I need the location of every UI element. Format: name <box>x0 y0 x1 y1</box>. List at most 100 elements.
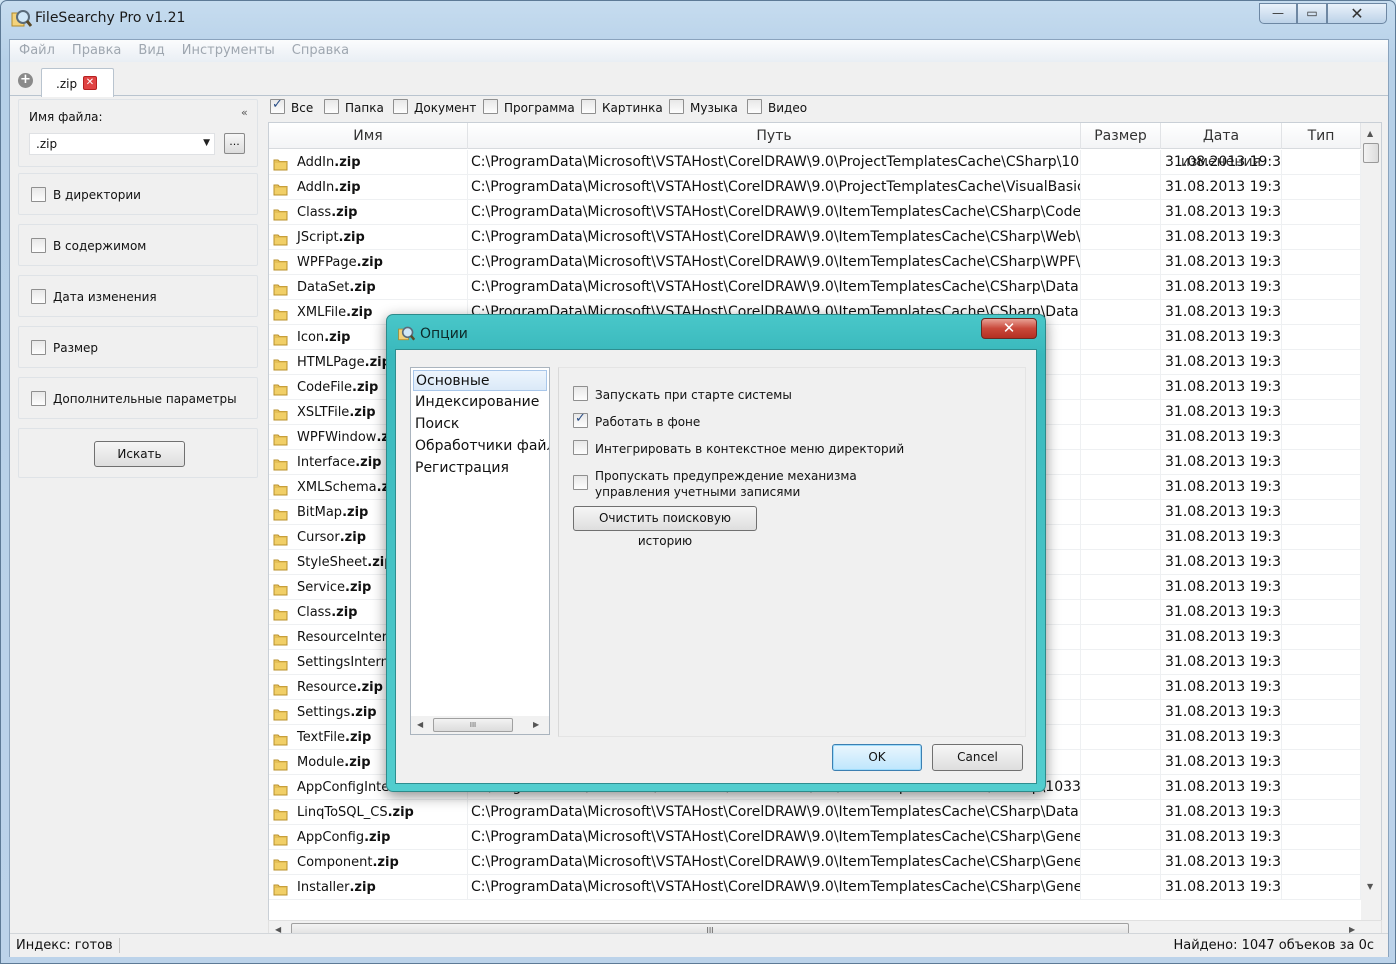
column-size[interactable]: Размер <box>1081 123 1161 149</box>
cell-type <box>1282 650 1361 675</box>
file-base-name: Icon <box>297 330 325 345</box>
nav-item-indexing[interactable]: Индексирование <box>415 392 549 413</box>
file-base-name: DataSet <box>297 280 350 295</box>
tab-zip[interactable]: .zip ✕ <box>41 68 114 97</box>
add-tab-icon[interactable]: + <box>18 73 33 88</box>
context-menu-checkbox[interactable] <box>573 440 588 455</box>
folder-icon <box>273 830 288 846</box>
file-extension: .zip <box>352 380 379 395</box>
nav-item-registration[interactable]: Регистрация <box>415 458 549 479</box>
filter-all-checkbox[interactable] <box>270 97 285 114</box>
cell-size <box>1081 375 1161 400</box>
option-in-content[interactable]: В содержимом <box>18 224 258 266</box>
background-checkbox[interactable] <box>573 411 588 428</box>
menu-edit[interactable]: Правка <box>63 40 129 58</box>
in-content-checkbox[interactable] <box>31 238 46 253</box>
cell-type <box>1282 425 1361 450</box>
column-path[interactable]: Путь <box>468 123 1081 149</box>
uac-checkbox[interactable] <box>573 475 588 490</box>
table-row[interactable]: WPFPage.zip C:\ProgramData\Microsoft\VSTA… <box>269 250 1361 275</box>
nav-item-general[interactable]: Основные <box>413 370 547 391</box>
filter-program-checkbox[interactable] <box>483 99 498 114</box>
in-content-label: В содержимом <box>53 239 147 253</box>
menu-help[interactable]: Справка <box>283 40 357 58</box>
column-type[interactable]: Тип <box>1282 123 1361 149</box>
cell-path: C:\ProgramData\Microsoft\VSTAHost\CorelD… <box>468 825 1081 850</box>
nav-scroll-right-icon[interactable]: ▶ <box>533 720 539 729</box>
size-checkbox[interactable] <box>31 340 46 355</box>
option-advanced[interactable]: Дополнительные параметры <box>18 377 258 419</box>
nav-horizontal-scrollbar[interactable]: ◀ III ▶ <box>411 716 549 734</box>
column-date[interactable]: Дата изменения <box>1161 123 1282 170</box>
folder-icon <box>273 430 288 446</box>
column-name[interactable]: Имя <box>269 123 468 149</box>
folder-icon <box>273 730 288 746</box>
folder-icon <box>273 280 288 296</box>
browse-button[interactable]: ... <box>224 133 245 154</box>
cell-path: C:\ProgramData\Microsoft\VSTAHost\CorelD… <box>468 275 1081 300</box>
advanced-checkbox[interactable] <box>31 391 46 406</box>
context-menu-label: Интегрировать в контекстное меню директо… <box>595 442 905 456</box>
in-directory-checkbox[interactable] <box>31 187 46 202</box>
filter-folder-checkbox[interactable] <box>324 99 339 114</box>
clear-history-button[interactable]: Очистить поисковую историю <box>573 506 757 548</box>
file-base-name: Module <box>297 755 345 770</box>
filter-picture-label: Картинка <box>602 101 663 115</box>
menu-file[interactable]: Файл <box>10 40 63 58</box>
options-nav-list: Основные Индексирование Поиск Обработчик… <box>410 367 550 735</box>
nav-scroll-left-icon[interactable]: ◀ <box>417 720 423 729</box>
collapse-panel-icon[interactable]: « <box>241 106 248 119</box>
table-row[interactable]: DataSet.zip C:\ProgramData\Microsoft\VSTA… <box>269 275 1361 300</box>
autostart-checkbox[interactable] <box>573 386 588 401</box>
cell-type <box>1282 600 1361 625</box>
nav-item-file-handlers[interactable]: Обработчики файлов <box>415 436 549 457</box>
file-extension: .zip <box>372 855 399 870</box>
date-modified-checkbox[interactable] <box>31 289 46 304</box>
cell-type <box>1282 175 1361 200</box>
cell-size <box>1081 250 1161 275</box>
minimize-button[interactable]: — <box>1259 3 1297 24</box>
search-button[interactable]: Искать <box>94 441 185 467</box>
option-size[interactable]: Размер <box>18 326 258 368</box>
table-row[interactable]: AppConfig.zip C:\ProgramData\Microsoft\VS… <box>269 825 1361 850</box>
scroll-down-icon[interactable]: ▼ <box>1367 882 1373 891</box>
nav-scroll-thumb[interactable]: III <box>433 718 513 732</box>
cell-name: AddIn.zip <box>269 150 468 175</box>
dropdown-arrow-icon[interactable]: ▼ <box>203 138 210 148</box>
filter-picture-checkbox[interactable] <box>581 99 596 114</box>
table-row[interactable]: AddIn.zip C:\ProgramData\Microsoft\VSTAHo… <box>269 150 1361 175</box>
maximize-button[interactable]: ▭ <box>1297 3 1327 24</box>
table-row[interactable]: Component.zip C:\ProgramData\Microsoft\VS… <box>269 850 1361 875</box>
file-base-name: WPFWindow <box>297 430 377 445</box>
nav-item-search[interactable]: Поиск <box>415 414 549 435</box>
cancel-button[interactable]: Cancel <box>932 744 1023 771</box>
table-row[interactable]: JScript.zip C:\ProgramData\Microsoft\VSTA… <box>269 225 1361 250</box>
close-window-button[interactable]: ✕ <box>1327 3 1387 24</box>
option-date-modified[interactable]: Дата изменения <box>18 275 258 317</box>
table-row[interactable]: Class.zip C:\ProgramData\Microsoft\VSTAHo… <box>269 200 1361 225</box>
filter-music-checkbox[interactable] <box>669 99 684 114</box>
folder-icon <box>273 330 288 346</box>
option-in-directory[interactable]: В директории <box>18 173 258 215</box>
cell-type <box>1282 875 1361 900</box>
table-row[interactable]: Installer.zip C:\ProgramData\Microsoft\VS… <box>269 875 1361 900</box>
menu-view[interactable]: Вид <box>129 40 172 58</box>
cell-date: 31.08.2013 19:34 <box>1161 500 1282 525</box>
file-extension: .zip <box>356 255 383 270</box>
filter-video-checkbox[interactable] <box>747 99 762 114</box>
menu-tools[interactable]: Инструменты <box>173 40 283 58</box>
tab-close-icon[interactable]: ✕ <box>83 76 97 90</box>
filter-document-checkbox[interactable] <box>393 99 408 114</box>
vertical-scroll-thumb[interactable] <box>1363 143 1379 163</box>
index-status: Индекс: готов <box>16 938 120 953</box>
ok-button[interactable]: OK <box>832 744 922 771</box>
table-row[interactable]: LinqToSQL_CS.zip C:\ProgramData\Microsoft… <box>269 800 1361 825</box>
file-extension: .zip <box>356 680 383 695</box>
filename-combo[interactable]: .zip ▼ <box>29 133 215 155</box>
table-row[interactable]: AddIn.zip C:\ProgramData\Microsoft\VSTAHo… <box>269 175 1361 200</box>
scroll-up-icon[interactable]: ▲ <box>1367 129 1373 138</box>
dialog-close-button[interactable]: ✕ <box>981 318 1037 339</box>
folder-icon <box>273 555 288 571</box>
file-extension: .zip <box>349 880 376 895</box>
vertical-scrollbar[interactable]: ▲ ▼ <box>1361 123 1381 921</box>
